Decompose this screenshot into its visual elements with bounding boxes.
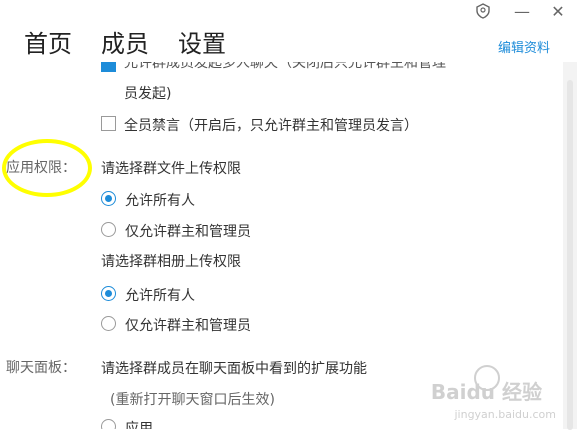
album-upload-admin-radio[interactable]: [101, 316, 116, 331]
album-upload-title: 请选择群相册上传权限: [101, 254, 241, 270]
watermark-text: Baidu 经验: [430, 380, 542, 404]
top-navigation: 首页 成员 设置 编辑资料 — ✕: [0, 0, 580, 62]
album-upload-admin-label: 仅允许群主和管理员: [125, 318, 251, 334]
shield-icon-svg: [476, 3, 490, 19]
close-button[interactable]: ✕: [549, 1, 567, 21]
tab-settings[interactable]: 设置: [178, 24, 226, 59]
file-upload-admin-label: 仅允许群主和管理员: [125, 224, 251, 240]
chat-panel-label: 聊天面板：: [6, 360, 76, 376]
watermark-url: jingyan.baidu.com: [454, 408, 556, 421]
app-permissions-label: 应用权限：: [6, 160, 76, 176]
minimize-button[interactable]: —: [513, 1, 531, 21]
allow-multi-chat-checkbox[interactable]: [101, 62, 116, 72]
edit-profile-link[interactable]: 编辑资料: [498, 37, 550, 56]
scrollbar-thumb[interactable]: [567, 80, 573, 430]
chat-panel-note: (重新打开聊天窗口后生效): [110, 392, 275, 408]
tab-home[interactable]: 首页: [24, 24, 72, 59]
file-upload-all-radio[interactable]: [101, 191, 116, 206]
close-icon: ✕: [551, 1, 565, 21]
file-upload-admin-radio[interactable]: [101, 222, 116, 237]
minimize-icon: —: [514, 1, 530, 21]
tab-members[interactable]: 成员: [101, 24, 149, 59]
chat-panel-app-label: 应用: [125, 421, 153, 429]
album-upload-all-label: 允许所有人: [125, 288, 195, 304]
album-upload-all-radio[interactable]: [101, 286, 116, 301]
allow-multi-chat-label: 允许群成员发起多人聊天（关闭后只允许群主和管理: [124, 62, 446, 71]
file-upload-title: 请选择群文件上传权限: [101, 161, 241, 177]
mute-all-checkbox[interactable]: [101, 116, 116, 131]
mute-all-label: 全员禁言（开启后，只允许群主和管理员发言）: [124, 118, 418, 134]
allow-multi-chat-label-cont: 员发起): [124, 86, 172, 102]
chat-panel-title: 请选择群成员在聊天面板中看到的扩展功能: [101, 361, 367, 377]
shield-icon[interactable]: [474, 2, 492, 20]
chat-panel-app-radio[interactable]: [101, 419, 116, 429]
file-upload-all-label: 允许所有人: [125, 193, 195, 209]
